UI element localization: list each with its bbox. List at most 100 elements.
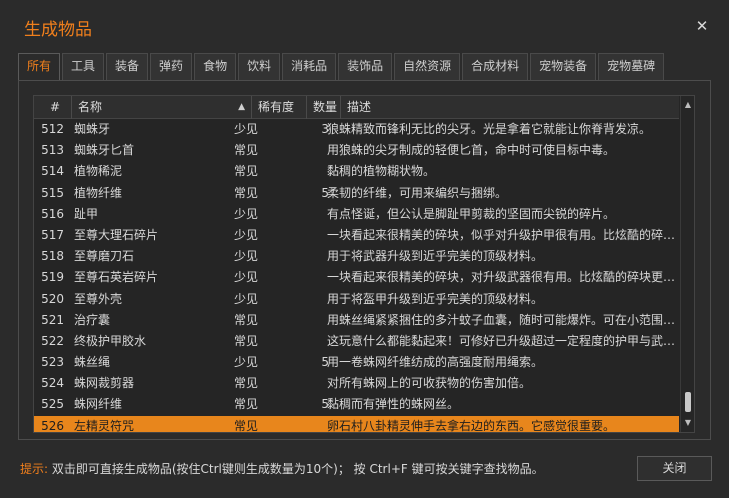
row-num: 514 <box>41 164 64 179</box>
tab-1[interactable]: 工具 <box>62 53 105 80</box>
row-num: 517 <box>41 227 64 242</box>
row-num: 526 <box>41 418 64 433</box>
row-rarity: 常见 <box>234 312 259 327</box>
table-row[interactable]: 515 植物纤维 常见 5 柔韧的纤维，可用来编织与捆绑。 <box>34 183 679 204</box>
header-name[interactable]: 名称 ▲ <box>72 96 252 119</box>
row-name: 治疗囊 <box>74 312 111 327</box>
scroll-down-icon[interactable]: ▼ <box>681 416 694 430</box>
row-name: 蛛网纤维 <box>74 397 123 412</box>
header-qty[interactable]: 数量 <box>307 96 341 119</box>
title-bar: 生成物品 ✕ <box>0 0 729 52</box>
hint-body: 双击即可直接生成物品(按住Ctrl键则生成数量为10个)； 按 Ctrl+F 键… <box>48 462 544 476</box>
row-name: 蛛丝绳 <box>74 355 111 370</box>
row-desc: 用蛛丝绳紧紧捆住的多汁蚊子血囊，随时可能爆炸。可在小范围… <box>327 312 676 327</box>
vertical-scrollbar[interactable]: ▲ ▼ <box>680 96 694 432</box>
row-name: 蜘蛛牙 <box>74 122 111 136</box>
row-desc: 柔韧的纤维，可用来编织与捆绑。 <box>327 185 508 200</box>
row-name: 至尊磨刀石 <box>74 249 135 264</box>
item-list: # 名称 ▲ 稀有度 数量 描述 512 蜘蛛牙 少见 3 狼蛛精致而锋利无比的尖牙。光… <box>33 95 695 433</box>
table-row[interactable]: 523 蛛丝绳 少见 5 用一卷蛛网纤维纺成的高强度耐用绳索。 <box>34 352 679 373</box>
row-desc: 一块看起来很精美的碎块，对升级武器很有用。比炫酷的碎块更… <box>327 270 676 285</box>
table-row[interactable]: 524 蛛网裁剪器 常见 对所有蛛网上的可收获物的伤害加倍。 <box>34 373 679 394</box>
hint-label: 提示: <box>20 462 49 476</box>
row-desc: 用于将盔甲升级到近乎完美的顶级材料。 <box>327 291 544 306</box>
row-rarity: 少见 <box>234 122 259 136</box>
row-num: 521 <box>41 312 64 327</box>
row-rarity: 少见 <box>234 355 259 370</box>
table-row[interactable]: 517 至尊大理石碎片 少见 一块看起来很精美的碎块，似乎对升级护甲很有用。比炫酷的碎… <box>34 225 679 246</box>
row-desc: 用狼蛛的尖牙制成的轻便匕首，命中时可使目标中毒。 <box>327 143 616 158</box>
row-qty: 5 <box>321 397 329 412</box>
header-rarity[interactable]: 稀有度 <box>252 96 307 119</box>
close-icon[interactable]: ✕ <box>692 16 712 36</box>
tab-4[interactable]: 食物 <box>194 53 237 80</box>
table-row[interactable]: 518 至尊磨刀石 少见 用于将武器升级到近乎完美的顶级材料。 <box>34 246 679 267</box>
row-desc: 卵石村八卦精灵伸手去拿右边的东西。它感觉很重要。 <box>327 418 616 433</box>
table-row[interactable]: 516 趾甲 少见 有点怪诞，但公认是脚趾甲剪裁的坚固而尖锐的碎片。 <box>34 204 679 225</box>
row-name: 至尊大理石碎片 <box>74 227 159 242</box>
table-row[interactable]: 522 终极护甲胶水 常见 这玩意什么都能黏起来！可修好已升级超过一定程度的护甲与武… <box>34 331 679 352</box>
tab-0[interactable]: 所有 <box>18 53 61 80</box>
table-row[interactable]: 514 植物稀泥 常见 黏稠的植物糊状物。 <box>34 161 679 182</box>
row-desc: 一块看起来很精美的碎块，似乎对升级护甲很有用。比炫酷的碎… <box>327 227 676 242</box>
row-name: 蛛网裁剪器 <box>74 376 135 391</box>
tab-10[interactable]: 宠物装备 <box>530 53 597 80</box>
tab-panel: # 名称 ▲ 稀有度 数量 描述 512 蜘蛛牙 少见 3 狼蛛精致而锋利无比的尖牙。光… <box>18 80 711 440</box>
window-title: 生成物品 <box>24 20 92 40</box>
table-row[interactable]: 521 治疗囊 常见 用蛛丝绳紧紧捆住的多汁蚊子血囊，随时可能爆炸。可在小范围… <box>34 310 679 331</box>
tab-7[interactable]: 装饰品 <box>338 53 393 80</box>
row-num: 515 <box>41 185 64 200</box>
row-name: 至尊石英岩碎片 <box>74 270 159 285</box>
row-num: 512 <box>41 122 64 136</box>
row-rarity: 少见 <box>234 206 259 221</box>
scroll-up-icon[interactable]: ▲ <box>681 98 694 112</box>
table-row[interactable]: 519 至尊石英岩碎片 少见 一块看起来很精美的碎块，对升级武器很有用。比炫酷的碎块更… <box>34 267 679 288</box>
row-desc: 用一卷蛛网纤维纺成的高强度耐用绳索。 <box>327 355 544 370</box>
row-num: 520 <box>41 291 64 306</box>
table-row[interactable]: 525 蛛网纤维 常见 5 黏稠而有弹性的蛛网丝。 <box>34 394 679 415</box>
row-qty: 5 <box>321 185 329 200</box>
table-header: # 名称 ▲ 稀有度 数量 描述 <box>34 96 679 119</box>
header-desc[interactable]: 描述 <box>341 96 679 119</box>
row-rarity: 少见 <box>234 227 259 242</box>
tab-2[interactable]: 装备 <box>106 53 149 80</box>
row-name: 蜘蛛牙匕首 <box>74 143 135 158</box>
table-row[interactable]: 512 蜘蛛牙 少见 3 狼蛛精致而锋利无比的尖牙。光是拿着它就能让你脊背发凉。 <box>34 119 679 140</box>
row-rarity: 常见 <box>234 333 259 348</box>
row-name: 终极护甲胶水 <box>74 333 147 348</box>
table-row[interactable]: 520 至尊外壳 少见 用于将盔甲升级到近乎完美的顶级材料。 <box>34 289 679 310</box>
row-name: 植物纤维 <box>74 185 123 200</box>
row-desc: 对所有蛛网上的可收获物的伤害加倍。 <box>327 376 532 391</box>
close-button[interactable]: 关闭 <box>637 456 712 481</box>
row-qty: 3 <box>321 122 329 136</box>
tab-8[interactable]: 自然资源 <box>394 53 461 80</box>
table-row[interactable]: 513 蜘蛛牙匕首 常见 用狼蛛的尖牙制成的轻便匕首，命中时可使目标中毒。 <box>34 140 679 161</box>
row-rarity: 常见 <box>234 376 259 391</box>
row-desc: 黏稠而有弹性的蛛网丝。 <box>327 397 460 412</box>
row-num: 519 <box>41 270 64 285</box>
tab-5[interactable]: 饮料 <box>238 53 281 80</box>
sort-ascending-icon: ▲ <box>238 102 245 112</box>
row-name: 至尊外壳 <box>74 291 123 306</box>
row-num: 523 <box>41 355 64 370</box>
header-num[interactable]: # <box>34 96 72 119</box>
row-desc: 这玩意什么都能黏起来！可修好已升级超过一定程度的护甲与武… <box>327 333 676 348</box>
row-num: 524 <box>41 376 64 391</box>
row-desc: 用于将武器升级到近乎完美的顶级材料。 <box>327 249 544 264</box>
row-rarity: 少见 <box>234 270 259 285</box>
tab-9[interactable]: 合成材料 <box>462 53 529 80</box>
row-name: 植物稀泥 <box>74 164 123 179</box>
row-desc: 有点怪诞，但公认是脚趾甲剪裁的坚固而尖锐的碎片。 <box>327 206 616 221</box>
row-rarity: 常见 <box>234 185 259 200</box>
hint-text: 提示: 双击即可直接生成物品(按住Ctrl键则生成数量为10个)； 按 Ctrl… <box>20 460 544 477</box>
row-rarity: 少见 <box>234 291 259 306</box>
row-num: 516 <box>41 206 64 221</box>
row-num: 522 <box>41 333 64 348</box>
table-row[interactable]: 526 左精灵符咒 常见 卵石村八卦精灵伸手去拿右边的东西。它感觉很重要。 <box>34 415 679 433</box>
tab-11[interactable]: 宠物墓碑 <box>598 53 665 80</box>
tab-3[interactable]: 弹药 <box>150 53 193 80</box>
tab-6[interactable]: 消耗品 <box>282 53 337 80</box>
scroll-thumb[interactable] <box>685 392 691 412</box>
row-rarity: 常见 <box>234 143 259 158</box>
row-num: 525 <box>41 397 64 412</box>
